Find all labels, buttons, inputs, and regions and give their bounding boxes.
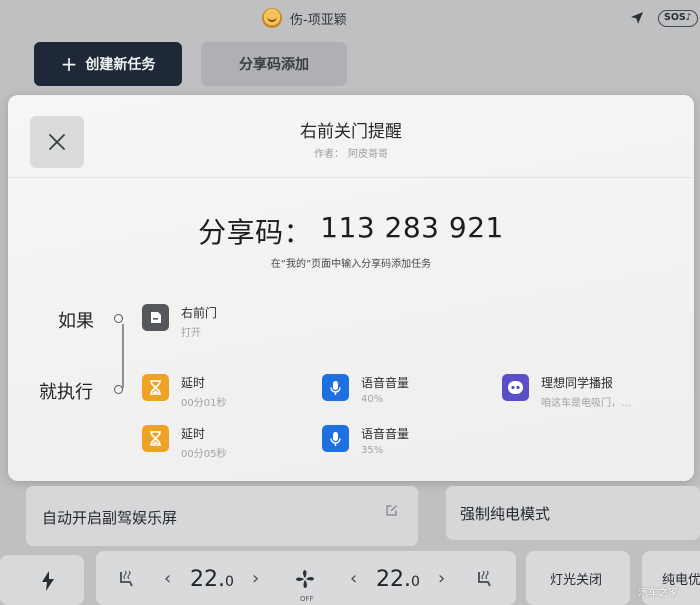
create-task-button[interactable]: + 创建新任务	[34, 42, 182, 86]
condition-name: 右前门	[181, 306, 218, 320]
timeline-dot-condition	[114, 314, 123, 323]
action-heading: 就执行	[39, 382, 93, 403]
action-name: 理想同学播报	[541, 376, 614, 390]
navigation-arrow-icon	[631, 12, 643, 24]
sos-badge[interactable]: SOS♪	[658, 10, 698, 27]
condition-item: 右前门 打开	[142, 304, 217, 339]
left-temp-decrease-icon[interactable]: ‹	[164, 568, 171, 589]
door-icon	[142, 304, 169, 331]
share-code-value[interactable]: 113 283 921	[320, 211, 504, 251]
task-share-modal: 右前关门提醒 作者： 阿皮哥哥 分享码： 113 283 921 在“我的”页面…	[8, 95, 694, 481]
action-item-voice-volume-1: 语音音量 40%	[322, 374, 409, 405]
action-name: 延时	[181, 427, 206, 441]
author-name: 阿皮哥哥	[348, 149, 388, 160]
timeline-line	[122, 324, 124, 388]
action-item-assistant-broadcast: 理想同学播报 咱这车是电吸门，…	[502, 374, 631, 409]
action-detail: 咱这车是电吸门，…	[541, 398, 631, 409]
power-button[interactable]	[0, 555, 84, 605]
force-ev-label: 强制纯电模式	[460, 505, 551, 523]
fan-state: OFF	[300, 595, 314, 603]
left-temp-increase-icon[interactable]: ›	[252, 568, 259, 589]
timeline-dot-action	[114, 385, 123, 394]
share-hint: 在“我的”页面中输入分享码添加任务	[270, 259, 432, 270]
modal-divider	[8, 177, 694, 178]
share-code-add-button[interactable]: 分享码添加	[201, 42, 347, 86]
lightning-icon	[42, 571, 54, 591]
right-temperature: 22.0	[376, 567, 420, 592]
create-task-label: 创建新任务	[85, 57, 156, 73]
action-detail: 00分05秒	[181, 449, 227, 460]
passenger-screen-label: 自动开启副驾娱乐屏	[42, 509, 178, 527]
condition-heading: 如果	[58, 311, 94, 332]
hourglass-icon	[142, 374, 169, 401]
status-bar: 伤-项亚颖 SOS♪	[0, 0, 700, 38]
plus-icon: +	[60, 52, 78, 76]
share-code-display: 分享码： 113 283 921	[8, 211, 694, 251]
share-code-add-label: 分享码添加	[239, 57, 309, 73]
seat-heat-right-icon[interactable]	[474, 569, 494, 589]
condition-state: 打开	[181, 328, 201, 339]
right-temp-increase-icon[interactable]: ›	[438, 568, 445, 589]
hourglass-icon	[142, 425, 169, 452]
left-temperature: 22.0	[190, 567, 234, 592]
action-detail: 00分01秒	[181, 398, 227, 409]
lights-off-label: 灯光关闭	[550, 573, 603, 588]
status-user[interactable]: 伤-项亚颖	[262, 8, 347, 28]
edit-icon[interactable]	[386, 504, 398, 516]
seat-heat-left-icon[interactable]	[116, 569, 136, 589]
user-avatar-icon	[262, 8, 282, 28]
watermark: 汽车之家	[638, 588, 678, 599]
share-code-label: 分享码：	[198, 216, 313, 249]
action-name: 语音音量	[361, 376, 410, 390]
action-item-voice-volume-2: 语音音量 35%	[322, 425, 409, 456]
action-item-delay-2: 延时 00分05秒	[142, 425, 226, 460]
action-item-delay-1: 延时 00分01秒	[142, 374, 226, 409]
action-detail: 40%	[361, 394, 384, 405]
microphone-icon	[322, 425, 349, 452]
author-prefix: 作者：	[314, 149, 344, 160]
right-temp-decrease-icon[interactable]: ‹	[350, 568, 357, 589]
assistant-face-icon	[502, 374, 529, 401]
user-name: 伤-项亚颖	[290, 12, 347, 28]
microphone-icon	[322, 374, 349, 401]
author-line: 作者： 阿皮哥哥	[8, 145, 694, 160]
fan-icon[interactable]	[294, 568, 316, 590]
action-name: 语音音量	[361, 427, 410, 441]
action-detail: 35%	[361, 445, 384, 456]
modal-title: 右前关门提醒	[300, 122, 402, 142]
action-name: 延时	[181, 376, 206, 390]
